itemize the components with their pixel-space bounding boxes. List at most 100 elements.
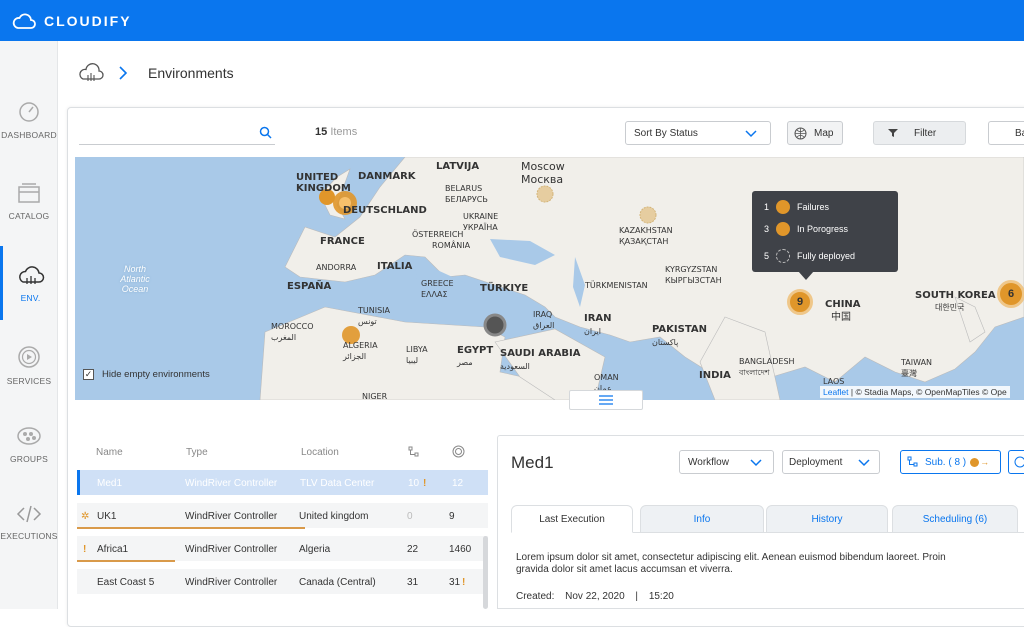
sidebar-item-executions[interactable]: EXECUTIONS: [0, 485, 58, 559]
page-title: Environments: [148, 65, 234, 81]
cluster-marker-china[interactable]: 9: [787, 289, 813, 315]
map-label-belarus: BELARUS БЕЛАРУСЬ: [445, 184, 488, 204]
items-count: 15 Items: [315, 126, 357, 138]
legend-item-deployed: 5 Fully deployed: [764, 249, 855, 263]
tab-scheduling[interactable]: Scheduling (6): [892, 505, 1018, 533]
deployment-dropdown[interactable]: Deployment: [782, 450, 880, 474]
sort-dropdown[interactable]: Sort By Status: [625, 121, 771, 145]
map-label-iran: IRAN ایران: [584, 313, 612, 336]
map-label-andorra: ANDORRA: [316, 263, 357, 272]
cloud-icon: [18, 265, 44, 284]
map-label-laos: LAOS: [823, 377, 845, 386]
column-header-name[interactable]: Name: [96, 447, 123, 458]
map-label-greece: GREECE ΕΛΛΑΣ: [421, 279, 454, 299]
cluster-marker-korea[interactable]: 6: [997, 280, 1024, 308]
map-label-moscow: Moscow Москва: [521, 160, 565, 186]
legend-count: 1: [764, 202, 770, 212]
sidebar-item-env[interactable]: ENV.: [0, 246, 58, 320]
created-label: Created:: [516, 591, 555, 602]
map-label-germany: DEUTSCHLAND: [343, 205, 427, 216]
row-progress-bar: [77, 560, 175, 562]
filter-button[interactable]: Filter: [873, 121, 966, 145]
play-icon: [18, 345, 40, 368]
arrow-right-icon: →: [980, 457, 990, 467]
legend-label: Fully deployed: [797, 251, 856, 261]
groups-icon: [17, 426, 41, 445]
map-label-korea: SOUTH KOREA 대한민국: [915, 290, 996, 312]
row-services: 9: [449, 511, 455, 522]
brand-name: CLOUDIFY: [44, 12, 132, 29]
filter-icon: [888, 129, 898, 137]
tab-label: Last Execution: [539, 513, 605, 525]
sidebar-item-catalog[interactable]: CATALOG: [0, 164, 58, 238]
table-row[interactable]: Med1 WindRiver Controller TLV Data Cente…: [77, 470, 488, 495]
subservices-button[interactable]: Sub. ( 8 ) →: [900, 450, 1001, 474]
resize-handle[interactable]: [569, 390, 643, 410]
search-input[interactable]: [79, 120, 249, 144]
row-type: WindRiver Controller: [185, 478, 278, 489]
search-icon[interactable]: [259, 126, 272, 139]
services-column-icon[interactable]: [452, 445, 465, 458]
row-progress-bar: [77, 527, 305, 529]
map-label-niger: NIGER: [362, 392, 388, 400]
table-scrollbar[interactable]: [483, 536, 488, 609]
search-box: [79, 120, 275, 145]
sidebar-item-label: EXECUTIONS: [0, 530, 58, 541]
checkbox-icon[interactable]: ✓: [83, 369, 94, 380]
legend-item-progress: 3 In Porogress: [764, 222, 848, 236]
deployments-column-icon[interactable]: [408, 446, 420, 458]
cluster-count: 9: [796, 296, 804, 308]
hide-empty-toggle[interactable]: ✓ Hide empty environments: [83, 369, 210, 380]
table-row[interactable]: ✲ UK1 WindRiver Controller United kingdo…: [77, 503, 488, 529]
hierarchy-icon: [907, 456, 918, 467]
tab-history[interactable]: History: [766, 505, 888, 533]
sidebar-item-groups[interactable]: GROUPS: [0, 407, 58, 481]
column-header-type[interactable]: Type: [186, 447, 208, 458]
detail-title: Med1: [511, 453, 554, 472]
in-progress-icon: ✲: [81, 511, 90, 522]
sidebar-item-label: ENV.: [20, 292, 41, 303]
sidebar-item-label: DASHBOARD: [1, 129, 57, 140]
cloudify-logo-icon: [12, 13, 36, 29]
workflow-dropdown[interactable]: Workflow: [679, 450, 774, 474]
map-label-libya: LIBYA ليبيا: [406, 345, 428, 365]
map-legend: 1 Failures 3 In Porogress 5 Fully deploy…: [752, 191, 898, 272]
row-services: 31: [449, 577, 461, 588]
count-label: Items: [330, 126, 358, 138]
map-label-italy: ITALIA: [377, 261, 413, 272]
row-deployments: 22: [407, 544, 419, 555]
map-label-denmark: DANMARK: [358, 171, 416, 182]
row-location: TLV Data Center: [300, 478, 375, 489]
breadcrumb: Environments: [78, 58, 234, 88]
sidebar-item-services[interactable]: SERVICES: [0, 328, 58, 402]
cloud-home-icon[interactable]: [78, 62, 104, 84]
tab-label: History: [811, 513, 843, 525]
created-separator: |: [635, 591, 639, 602]
execution-description: Lorem ipsum dolor sit amet, consectetur …: [516, 552, 946, 575]
map-label-pakistan: PAKISTAN پاکستان: [652, 324, 707, 347]
sidebar: DASHBOARD CATALOG ENV. SERVICES GROUPS E…: [0, 41, 58, 609]
table-row[interactable]: ! Africa1 WindRiver Controller Algeria 2…: [77, 536, 488, 562]
status-dot-icon: [970, 457, 980, 467]
map-label-tunisia: TUNISIA تونس: [358, 306, 390, 326]
row-location: Canada (Central): [299, 577, 376, 588]
map-view-button[interactable]: Map: [787, 121, 843, 145]
map-label-iraq: IRAQ العراق: [533, 310, 555, 330]
code-icon: [16, 505, 42, 522]
tab-info[interactable]: Info: [640, 505, 764, 533]
legend-item-failures: 1 Failures: [764, 200, 829, 214]
sidebar-item-dashboard[interactable]: DASHBOARD: [0, 82, 58, 156]
map-label: Map: [814, 127, 834, 139]
leaflet-link[interactable]: Leaflet: [823, 387, 849, 397]
hide-empty-label: Hide empty environments: [102, 369, 210, 380]
more-button[interactable]: [1008, 450, 1024, 474]
extra-button[interactable]: Ba: [988, 121, 1024, 145]
map-label-ukraine: UKRAINE УКРАЇНА: [463, 212, 499, 232]
tab-last-execution[interactable]: Last Execution: [511, 505, 633, 533]
sidebar-item-label: SERVICES: [6, 375, 52, 386]
column-header-location[interactable]: Location: [301, 447, 339, 458]
legend-count: 3: [764, 224, 770, 234]
table-row[interactable]: East Coast 5 WindRiver Controller Canada…: [77, 569, 488, 594]
map-label-kyrgyzstan: KYRGYZSTAN КЫРГЫЗСТАН: [665, 265, 722, 285]
legend-label: Failures: [797, 202, 830, 212]
